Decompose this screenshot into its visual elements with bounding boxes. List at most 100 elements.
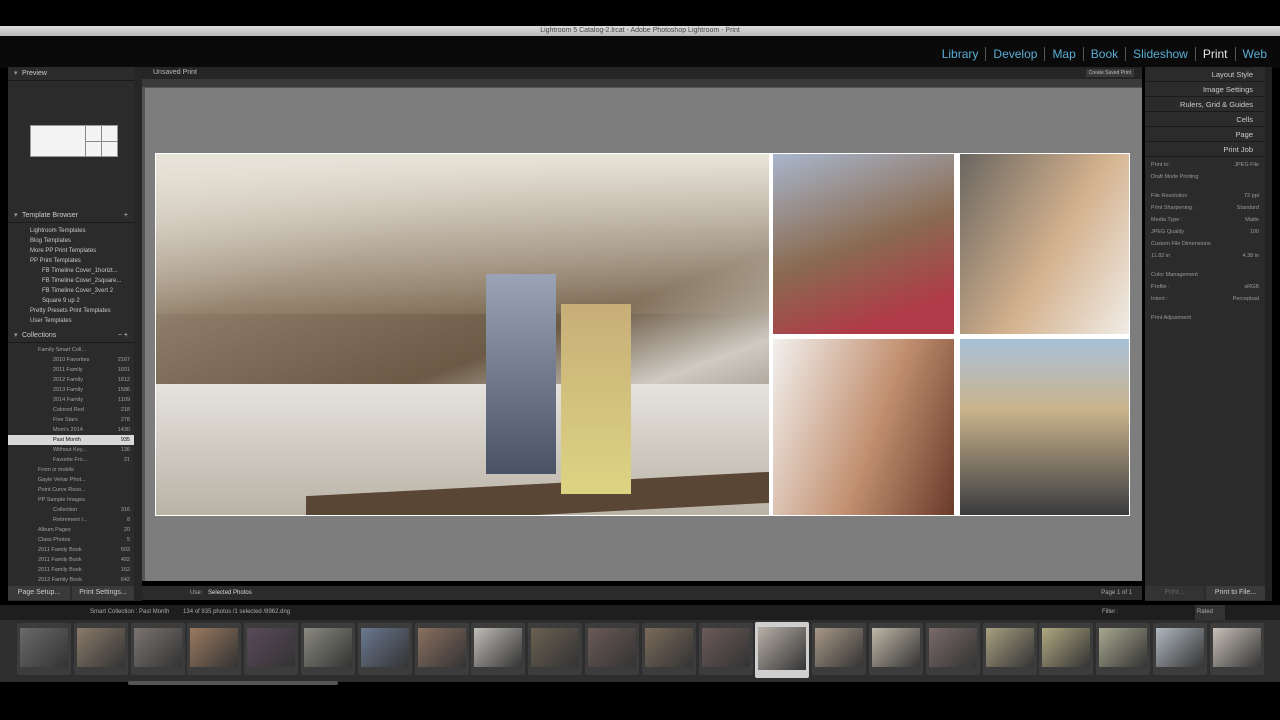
page-setup-button[interactable]: Page Setup... (8, 586, 70, 600)
collection-item[interactable]: 2012 Family Book 642 (8, 575, 134, 585)
filmstrip-thumbnail[interactable] (585, 623, 639, 675)
collection-item[interactable]: 2011 Family Book 152 (8, 565, 134, 575)
collection-item[interactable]: 2011 Family Book 503 (8, 545, 134, 555)
collection-item[interactable]: Family Smart Coll... (8, 345, 134, 355)
collection-item[interactable]: Mom's 2014 1430 (8, 425, 134, 435)
collection-item[interactable]: PP Sample Images (8, 495, 134, 505)
print-job-row[interactable]: File Resolution 72 ppi (1145, 192, 1265, 201)
filmstrip-thumbnail[interactable] (869, 623, 923, 675)
add-icon[interactable]: + (124, 209, 134, 223)
filmstrip-thumbnail[interactable] (1209, 623, 1264, 675)
collection-item[interactable]: Point Curve Reso... (8, 485, 134, 495)
filmstrip-thumbnail[interactable] (357, 623, 412, 675)
collection-item[interactable]: Five Stars 278 (8, 415, 134, 425)
filmstrip-thumbnail[interactable] (528, 623, 583, 675)
panel-section-image-settings[interactable]: Image Settings (1145, 82, 1265, 97)
print-job-row[interactable]: Intent : Perceptual (1145, 295, 1265, 304)
collection-item[interactable]: Favorite Fro... 21 (8, 455, 134, 465)
photo-cell-4[interactable] (773, 339, 954, 515)
print-job-row[interactable]: Print Sharpening : Standard (1145, 204, 1265, 213)
filmstrip-thumbnail[interactable] (1153, 623, 1207, 675)
filmstrip-thumbnail[interactable] (925, 623, 980, 675)
collection-item[interactable]: From iz mobile (8, 465, 134, 475)
collection-item[interactable]: Without Key... 136 (8, 445, 134, 455)
filmstrip-thumbnail[interactable] (471, 623, 526, 675)
print-job-row[interactable]: JPEG Quality 100 (1145, 228, 1265, 237)
filmstrip-scrollbar[interactable] (128, 681, 338, 685)
filmstrip-thumbnail[interactable] (130, 623, 185, 675)
print-job-row[interactable]: Color Management (1145, 271, 1265, 280)
collection-item[interactable]: 2014 Family 1109 (8, 395, 134, 405)
print-job-row[interactable]: Draft Mode Printing (1145, 173, 1265, 182)
template-item[interactable]: Blog Templates (8, 236, 134, 246)
collection-item[interactable]: 2011 Family 1601 (8, 365, 134, 375)
print-settings-button[interactable]: Print Settings... (72, 586, 134, 600)
filmstrip-thumbnail[interactable] (641, 623, 696, 675)
filmstrip-thumbnail[interactable] (301, 623, 355, 675)
photo-cell-2[interactable] (773, 154, 954, 334)
panel-section-page[interactable]: Page (1145, 127, 1265, 142)
filmstrip-status[interactable]: 134 of 935 photos /1 selected /8962.dng (171, 609, 290, 615)
filmstrip-thumbnail[interactable] (187, 623, 242, 675)
module-web[interactable]: Web (1236, 47, 1274, 61)
panel-section-cells[interactable]: Cells (1145, 112, 1265, 127)
collection-item[interactable]: Colored Red 218 (8, 405, 134, 415)
module-library[interactable]: Library (935, 47, 987, 61)
collection-item[interactable]: 2012 Family 1812 (8, 375, 134, 385)
preview-header[interactable]: ▾ Preview (8, 67, 134, 81)
filmstrip-thumbnail[interactable] (1096, 623, 1151, 675)
filmstrip-thumbnail[interactable] (982, 623, 1037, 675)
filmstrip-thumbnail[interactable] (812, 623, 867, 675)
print-job-row[interactable]: Print Adjustment (1145, 314, 1265, 323)
template-item[interactable]: FB Timeline Cover_2square... (8, 276, 134, 286)
create-saved-print-button[interactable]: Create Saved Print (1085, 69, 1134, 77)
template-browser-header[interactable]: ▾ Template Browser + (8, 209, 134, 223)
collection-item[interactable]: 2010 Favorites 2167 (8, 355, 134, 365)
filmstrip-thumbnail[interactable] (698, 623, 753, 675)
filmstrip-thumbnail[interactable] (17, 623, 71, 675)
print-job-row[interactable]: Custom File Dimensions (1145, 240, 1265, 249)
photo-cell-5[interactable] (960, 339, 1129, 515)
module-print[interactable]: Print (1196, 47, 1236, 61)
template-item[interactable]: FB Timeline Cover_1horizt... (8, 266, 134, 276)
print-job-row[interactable]: 11.82 in 4.38 in (1145, 252, 1265, 261)
template-item[interactable]: Pretty Presets Print Templates (8, 306, 134, 316)
collection-item[interactable]: Gayle Vehar Phot... (8, 475, 134, 485)
collection-item[interactable]: Collection 316 (8, 505, 134, 515)
module-map[interactable]: Map (1045, 47, 1084, 61)
filmstrip-source[interactable]: Smart Collection : Past Month (0, 609, 169, 615)
filmstrip-thumbnail[interactable] (755, 622, 810, 678)
collection-item[interactable]: 2011 Family Book 492 (8, 555, 134, 565)
print-job-row[interactable]: Media Type : Matte (1145, 216, 1265, 225)
template-item[interactable]: Lightroom Templates (8, 226, 134, 236)
collection-item[interactable]: 2013 Family 1586 (8, 385, 134, 395)
print-job-row[interactable]: Print to: JPEG File (1145, 161, 1265, 170)
collections-header[interactable]: ▾ Collections − + (8, 329, 134, 343)
print-job-row[interactable]: Profile : sRGB (1145, 283, 1265, 292)
filmstrip-thumbnail[interactable] (414, 623, 469, 675)
print-button[interactable]: Print... (1145, 586, 1204, 600)
collection-item[interactable]: Retirement I... 8 (8, 515, 134, 525)
module-develop[interactable]: Develop (986, 47, 1046, 61)
panel-section-rulers-grid-guides[interactable]: Rulers, Grid & Guides (1145, 97, 1265, 112)
filter-dropdown[interactable]: Rated (1195, 605, 1226, 620)
template-item[interactable]: Square 9 up 2 (8, 296, 134, 306)
collection-item[interactable]: Album Pages 20 (8, 525, 134, 535)
module-book[interactable]: Book (1084, 47, 1127, 61)
template-item[interactable]: User Templates (8, 316, 134, 326)
add-icon[interactable]: − + (118, 329, 134, 343)
template-item[interactable]: PP Print Templates (8, 256, 134, 266)
panel-section-layout-style[interactable]: Layout Style (1145, 67, 1265, 82)
photo-cell-3[interactable] (960, 154, 1129, 334)
panel-section-print-job[interactable]: Print Job (1145, 142, 1265, 157)
template-item[interactable]: FB Timeline Cover_3vert 2 (8, 286, 134, 296)
left-panel-scrollbar[interactable] (134, 67, 142, 601)
right-panel-scrollbar[interactable] (1265, 67, 1272, 601)
filmstrip-thumbnail[interactable] (73, 623, 128, 675)
use-value[interactable]: Selected Photos (204, 590, 252, 596)
collection-item[interactable]: Past Month 935 (8, 435, 134, 445)
template-item[interactable]: More PP Print Templates (8, 246, 134, 256)
module-slideshow[interactable]: Slideshow (1126, 47, 1196, 61)
filmstrip-thumbnail[interactable] (244, 623, 299, 675)
photo-cell-large[interactable] (156, 154, 769, 515)
